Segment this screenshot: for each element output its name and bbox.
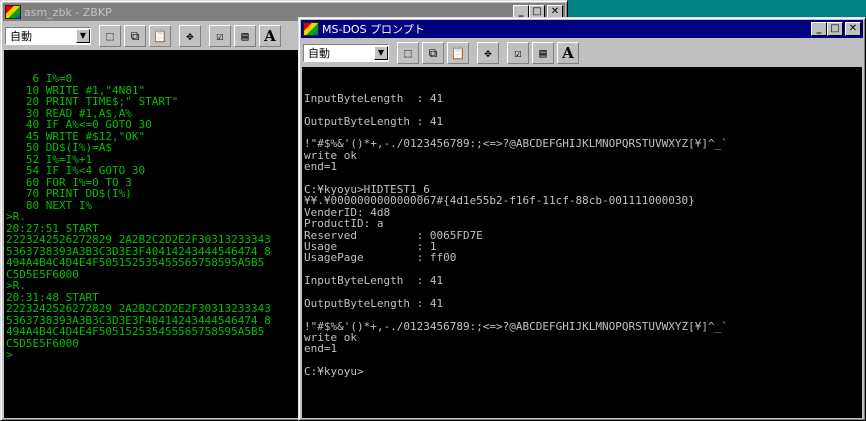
console-line: >R.: [6, 210, 26, 223]
console-line: 70 PRINT DD$(I%): [6, 187, 132, 200]
console-line: !"#$%&'()*+,-./0123456789:;<=>?@ABCDEFGH…: [304, 319, 728, 333]
console-line: end=1: [304, 160, 338, 174]
console-line: 50 DD$(I%)=A$: [6, 141, 112, 154]
console-line: InputByteLength : 41: [304, 274, 444, 288]
paste-button[interactable]: 📋: [149, 25, 171, 47]
console-line: !"#$%&'()*+,-./0123456789:;<=>?@ABCDEFGH…: [304, 137, 728, 151]
paste-icon: 📋: [450, 46, 466, 60]
console-line: >: [6, 348, 13, 361]
fullscreen-icon: ✥: [484, 46, 492, 60]
font-button[interactable]: A: [259, 25, 281, 47]
properties-icon: ☑: [514, 46, 522, 60]
font-size-value: 自動: [10, 30, 32, 43]
console-line: 6 I%=0: [6, 72, 73, 85]
console-line: C5D5E5F6000: [6, 336, 79, 350]
font-button[interactable]: A: [557, 42, 579, 64]
console-line: 20 PRINT TIME$;" START": [6, 95, 179, 108]
app-icon[interactable]: [303, 22, 319, 36]
console-line: C:¥kyoyu>: [304, 365, 364, 379]
app-icon[interactable]: [5, 5, 21, 19]
font-icon: A: [562, 44, 574, 62]
window-title: MS-DOS プロンプト: [322, 23, 425, 36]
console-line: 494A4B4C4D4E4F505152535455565758595A5B5: [6, 256, 265, 269]
console-line: 2223242526272829 2A2B2C2D2E2F30313233343: [6, 302, 271, 315]
console-line: 2223242526272829 2A2B2C2D2E2F30313233343: [6, 233, 271, 246]
maximize-icon: □: [532, 6, 542, 17]
console-line: 80 NEXT I%: [6, 198, 93, 212]
console-line: end=1: [304, 342, 338, 356]
properties-icon: ☑: [216, 29, 224, 43]
fullscreen-icon: ✥: [186, 29, 194, 43]
copy-icon: ⧉: [428, 45, 438, 60]
paste-icon: 📋: [152, 29, 168, 43]
maximize-button[interactable]: □: [827, 22, 843, 36]
console-line: OutputByteLength : 41: [304, 114, 444, 128]
font-size-value: 自動: [308, 47, 330, 60]
maximize-icon: □: [830, 23, 840, 34]
console-line: 54 IF I%<4 GOTO 30: [6, 164, 146, 177]
msdos-titlebar[interactable]: MS-DOS プロンプト _ □ ✕: [301, 20, 863, 38]
minimize-button[interactable]: _: [811, 22, 827, 36]
console-line: UsagePage : ff00: [304, 251, 457, 265]
console-line: write ok: [304, 148, 357, 162]
mark-icon: ⬚: [404, 46, 412, 60]
minimize-icon: _: [518, 6, 524, 17]
paste-button[interactable]: 📋: [447, 42, 469, 64]
console-line: InputByteLength : 41: [304, 91, 444, 105]
copy-button[interactable]: ⧉: [124, 25, 146, 47]
properties-button[interactable]: ☑: [209, 25, 231, 47]
font-icon: A: [264, 27, 276, 45]
msdos-toolbar: 自動 ▼ ⬚ ⧉ 📋 ✥ ☑ ▤ A: [301, 40, 863, 66]
fullscreen-button[interactable]: ✥: [477, 42, 499, 64]
console-line: C5D5E5F6000: [6, 267, 79, 281]
console-line: >R.: [6, 279, 26, 292]
background-button[interactable]: ▤: [234, 25, 256, 47]
font-size-select[interactable]: 自動 ▼: [303, 44, 389, 62]
console-line: ProductID: a: [304, 217, 384, 231]
console-line: OutputByteLength : 41: [304, 296, 444, 310]
console-line: ¥¥.¥0000000000000067#{4d1e55b2-f16f-11cf…: [304, 194, 695, 208]
copy-button[interactable]: ⧉: [422, 42, 444, 64]
console-line: VenderID: 4d8: [304, 205, 391, 219]
minimize-icon: _: [816, 23, 822, 34]
msdos-console[interactable]: InputByteLength : 41 OutputByteLength : 4…: [302, 67, 862, 418]
chevron-down-icon[interactable]: ▼: [76, 29, 90, 43]
background-button[interactable]: ▤: [532, 42, 554, 64]
font-size-select[interactable]: 自動 ▼: [5, 27, 91, 45]
mark-button[interactable]: ⬚: [99, 25, 121, 47]
mark-button[interactable]: ⬚: [397, 42, 419, 64]
fullscreen-button[interactable]: ✥: [179, 25, 201, 47]
console-line: 494A4B4C4D4E4F505152535455565758595A5B5: [6, 325, 265, 338]
msdos-window[interactable]: MS-DOS プロンプト _ □ ✕ 自動 ▼ ⬚ ⧉ 📋 ✥ ☑ ▤ A In…: [298, 17, 866, 421]
copy-icon: ⧉: [130, 28, 140, 43]
background-icon: ▤: [241, 29, 249, 43]
console-line: 40 IF A%<=0 GOTO 30: [6, 118, 152, 131]
properties-button[interactable]: ☑: [507, 42, 529, 64]
background-icon: ▤: [539, 46, 547, 60]
close-icon: ✕: [550, 6, 560, 17]
chevron-down-icon[interactable]: ▼: [374, 46, 388, 60]
console-line: write ok: [304, 331, 357, 345]
close-icon: ✕: [848, 23, 858, 34]
close-button[interactable]: ✕: [845, 22, 861, 36]
mark-icon: ⬚: [106, 29, 114, 43]
zbkp-console[interactable]: 6 I%=0 10 WRITE #1,"4N81" 20 PRINT TIME$…: [4, 50, 302, 418]
